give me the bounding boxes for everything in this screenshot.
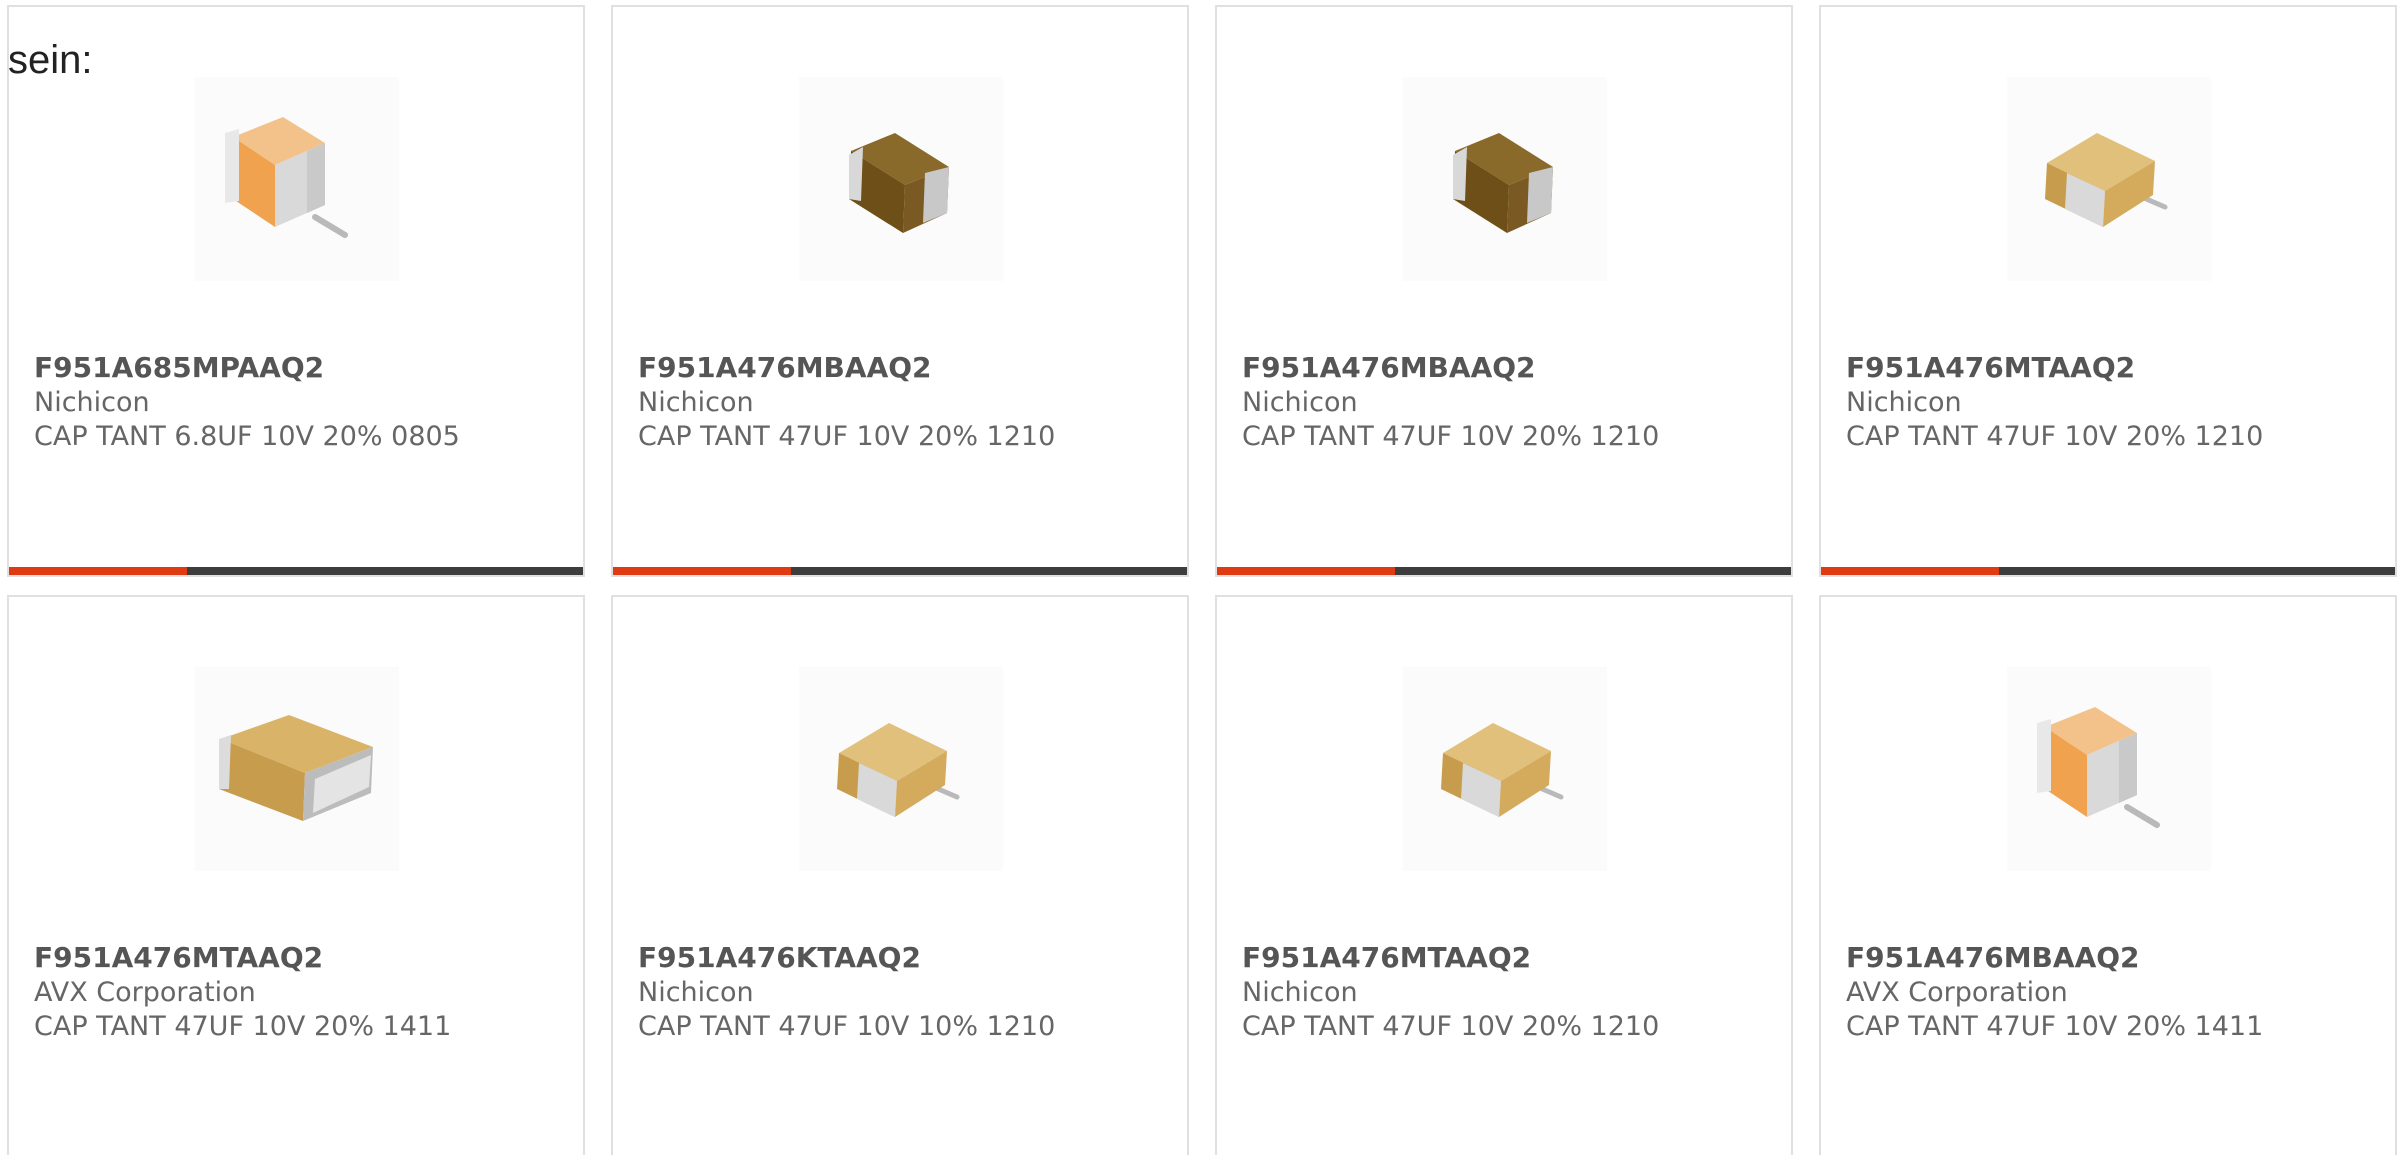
capacitor-image[interactable] (799, 77, 1003, 281)
progress-bar-fill (613, 567, 791, 575)
capacitor-image[interactable] (195, 77, 399, 281)
description: CAP TANT 47UF 10V 20% 1411 (34, 1011, 452, 1042)
manufacturer: Nichicon (1846, 387, 1962, 418)
manufacturer: Nichicon (638, 977, 754, 1008)
part-number[interactable]: F951A476MTAAQ2 (34, 941, 323, 975)
manufacturer: AVX Corporation (1846, 977, 2068, 1008)
capacitor-image[interactable] (195, 667, 399, 871)
capacitor-image[interactable] (1403, 77, 1607, 281)
product-card[interactable]: F951A476MTAAQ2 Nichicon CAP TANT 47UF 10… (1215, 595, 1793, 1155)
progress-bar-fill (1217, 567, 1395, 575)
manufacturer: Nichicon (1242, 387, 1358, 418)
description: CAP TANT 47UF 10V 10% 1210 (638, 1011, 1056, 1042)
product-grid-page: sein: F951A685MPAAQ2 Nichicon CAP TANT 6… (0, 0, 2400, 1155)
capacitor-image[interactable] (2007, 667, 2211, 871)
progress-bar (9, 567, 583, 575)
product-card[interactable]: F951A476MTAAQ2 AVX Corporation CAP TANT … (7, 595, 585, 1155)
part-number[interactable]: F951A476MBAAQ2 (638, 351, 932, 385)
manufacturer: Nichicon (34, 387, 150, 418)
product-card[interactable]: F951A685MPAAQ2 Nichicon CAP TANT 6.8UF 1… (7, 5, 585, 577)
part-number[interactable]: F951A476KTAAQ2 (638, 941, 921, 975)
part-number[interactable]: F951A476MBAAQ2 (1242, 351, 1536, 385)
manufacturer: Nichicon (1242, 977, 1358, 1008)
part-number[interactable]: F951A476MBAAQ2 (1846, 941, 2140, 975)
capacitor-image[interactable] (2007, 77, 2211, 281)
progress-bar (613, 567, 1187, 575)
part-number[interactable]: F951A476MTAAQ2 (1242, 941, 1531, 975)
description: CAP TANT 47UF 10V 20% 1210 (1846, 421, 2264, 452)
capacitor-image[interactable] (799, 667, 1003, 871)
product-card[interactable]: F951A476MBAAQ2 AVX Corporation CAP TANT … (1819, 595, 2397, 1155)
description: CAP TANT 47UF 10V 20% 1210 (1242, 421, 1660, 452)
product-card[interactable]: F951A476KTAAQ2 Nichicon CAP TANT 47UF 10… (611, 595, 1189, 1155)
progress-bar-fill (9, 567, 187, 575)
description: CAP TANT 6.8UF 10V 20% 0805 (34, 421, 460, 452)
progress-bar-fill (1821, 567, 1999, 575)
description: CAP TANT 47UF 10V 20% 1210 (1242, 1011, 1660, 1042)
manufacturer: Nichicon (638, 387, 754, 418)
progress-bar (1821, 567, 2395, 575)
description: CAP TANT 47UF 10V 20% 1210 (638, 421, 1056, 452)
capacitor-image[interactable] (1403, 667, 1607, 871)
part-number[interactable]: F951A476MTAAQ2 (1846, 351, 2135, 385)
part-number[interactable]: F951A685MPAAQ2 (34, 351, 324, 385)
product-card[interactable]: F951A476MBAAQ2 Nichicon CAP TANT 47UF 10… (1215, 5, 1793, 577)
intro-text: sein: (8, 38, 93, 82)
progress-bar (1217, 567, 1791, 575)
product-card[interactable]: F951A476MBAAQ2 Nichicon CAP TANT 47UF 10… (611, 5, 1189, 577)
product-card[interactable]: F951A476MTAAQ2 Nichicon CAP TANT 47UF 10… (1819, 5, 2397, 577)
manufacturer: AVX Corporation (34, 977, 256, 1008)
description: CAP TANT 47UF 10V 20% 1411 (1846, 1011, 2264, 1042)
